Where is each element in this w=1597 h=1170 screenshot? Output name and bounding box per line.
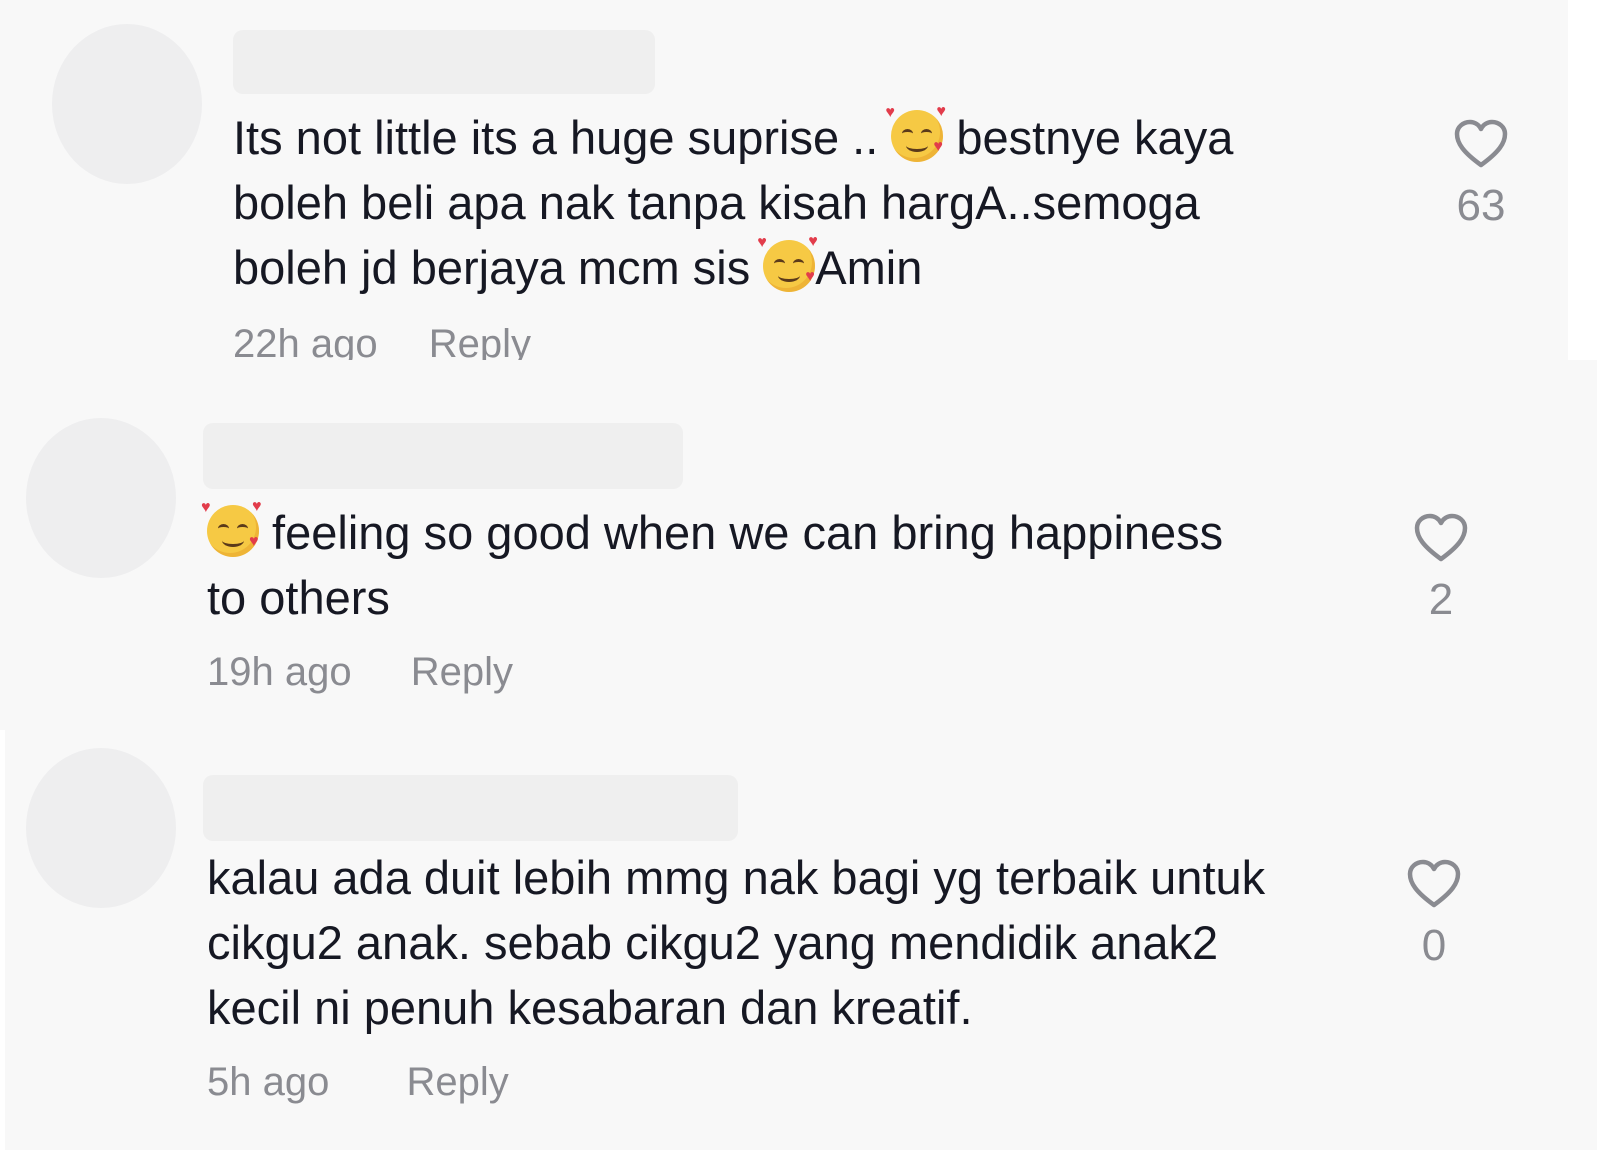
username-placeholder[interactable] (203, 775, 738, 841)
comment-meta: 19h ago Reply (207, 648, 513, 696)
like-button[interactable]: 2 (1391, 512, 1491, 626)
username-placeholder[interactable] (233, 30, 655, 94)
smiling-face-with-hearts-icon: ♥ ♥ ♥ (885, 104, 946, 162)
heart-outline-icon (1407, 859, 1461, 908)
avatar[interactable] (26, 418, 176, 578)
reply-button[interactable]: Reply (406, 1060, 508, 1104)
comment-text: kalau ada duit lebih mmg nak bagi yg ter… (207, 851, 1266, 1034)
like-count: 2 (1428, 575, 1454, 624)
like-count: 63 (1456, 181, 1506, 230)
timestamp: 22h ago (233, 322, 378, 360)
timestamp: 19h ago (207, 650, 352, 694)
like-button[interactable]: 63 (1431, 118, 1531, 232)
comment-meta: 22h ago Reply (233, 320, 531, 360)
comment-text: Its not little its a huge suprise .. ♥ ♥ ♥… (233, 103, 1234, 295)
comment-text: ♥ ♥ ♥ feeling so good when we can bring ha… (201, 498, 1224, 625)
reply-button[interactable]: Reply (411, 650, 513, 694)
like-count: 0 (1421, 921, 1447, 970)
reply-button[interactable]: Reply (429, 322, 531, 360)
like-button[interactable]: 0 (1384, 858, 1484, 972)
heart-outline-icon (1414, 513, 1468, 562)
heart-outline-icon (1454, 119, 1508, 168)
avatar[interactable] (52, 24, 202, 184)
avatar[interactable] (26, 748, 176, 908)
smiling-face-with-hearts-icon: ♥ ♥ ♥ (201, 499, 262, 557)
smiling-face-with-hearts-icon: ♥ ♥ ♥ (757, 234, 818, 292)
timestamp: 5h ago (207, 1060, 330, 1104)
username-placeholder[interactable] (203, 423, 683, 489)
comment-meta: 5h ago Reply (207, 1058, 509, 1106)
